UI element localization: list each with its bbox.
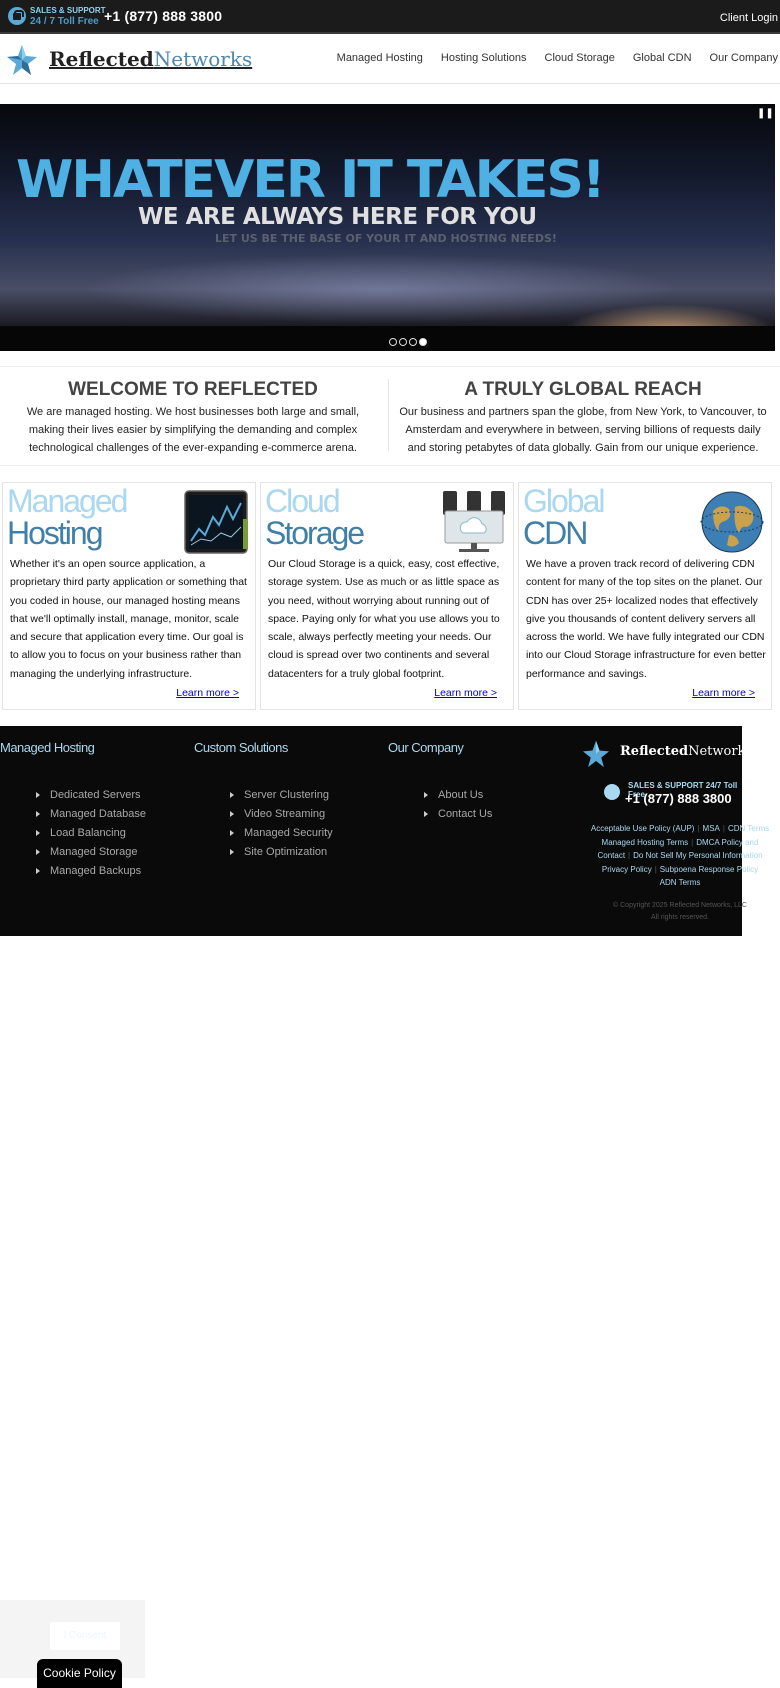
msa-link[interactable]: MSA [703, 824, 720, 833]
adn-terms-link[interactable]: ADN Terms [660, 878, 701, 887]
slider-dot-active[interactable] [419, 338, 427, 346]
logo-bold-text: Reflected [49, 47, 154, 71]
lock-icon [8, 7, 26, 25]
slider-dot[interactable] [389, 338, 397, 346]
pause-icon[interactable]: ❚❚ [757, 108, 774, 122]
global-reach-text: Our business and partners span the globe… [399, 406, 767, 454]
welcome-text: We are managed hosting. We host business… [26, 406, 360, 454]
top-phone-number[interactable]: +1 (877) 888 3800 [104, 8, 222, 24]
footer-link[interactable]: Server Clustering [230, 788, 333, 807]
privacy-policy-link[interactable]: Privacy Policy [602, 865, 652, 874]
nav-global-cdn[interactable]: Global CDN [633, 52, 692, 64]
hero-title: WHATEVER IT TAKES! [16, 150, 606, 210]
cdn-terms-link[interactable]: CDN Terms [728, 824, 769, 833]
feature-managed-hosting: Managed Hosting Whether it's an open sou… [2, 482, 256, 710]
feature-text: Our Cloud Storage is a quick, easy, cost… [268, 558, 500, 680]
nav-managed-hosting[interactable]: Managed Hosting [337, 52, 423, 64]
feature-text: Whether it's an open source application,… [10, 558, 247, 680]
feature-title: Global CDN [523, 483, 605, 551]
hero-slider[interactable]: WHATEVER IT TAKES! WE ARE ALWAYS HERE FO… [0, 104, 775, 351]
learn-more-link[interactable]: Learn more > [176, 687, 239, 699]
globe-icon [700, 491, 764, 553]
copyright: © Copyright 2025 Reflected Networks, LLC… [613, 902, 747, 921]
cloud-servers-icon [443, 491, 505, 552]
footer-list-managed-hosting: Dedicated Servers Managed Database Load … [36, 788, 146, 883]
slider-dots [389, 338, 427, 346]
feature-title: Managed Hosting [7, 483, 128, 551]
feature-global-cdn: Global CDN We have a proven track record… [518, 482, 772, 710]
welcome-title: WELCOME TO REFLECTED [68, 379, 318, 400]
feature-title: Cloud Storage [265, 483, 365, 551]
logo-light-text: Networks [153, 47, 253, 71]
hero-subtitle: WE ARE ALWAYS HERE FOR YOU [138, 204, 537, 230]
welcome-block: WELCOME TO REFLECTED We are managed host… [8, 379, 378, 457]
footer-link[interactable]: Dedicated Servers [36, 788, 146, 807]
dmca-policy-link[interactable]: DMCA Policy and [696, 838, 758, 847]
nav-our-company[interactable]: Our Company [710, 52, 778, 64]
footer-logo-star-icon [582, 740, 610, 768]
footer-col-title: Custom Solutions [194, 740, 288, 755]
footer-legal-links: Acceptable Use Policy (AUP) | MSA | CDN Term… [590, 824, 770, 887]
site-header: ReflectedNetworks Managed Hosting Hostin… [0, 36, 780, 84]
learn-more-link[interactable]: Learn more > [692, 687, 755, 699]
learn-more-link[interactable]: Learn more > [434, 687, 497, 699]
footer-link[interactable]: Managed Security [230, 826, 333, 845]
footer-link[interactable]: Contact Us [424, 807, 492, 826]
footer-link[interactable]: Managed Database [36, 807, 146, 826]
footer-logo[interactable]: ReflectedNetworks [620, 744, 752, 759]
footer-link[interactable]: Site Optimization [230, 845, 333, 864]
consent-button[interactable]: I Consent [50, 1622, 120, 1650]
monitor-chart-icon [184, 490, 248, 554]
intro-divider [388, 379, 389, 451]
feature-section: Managed Hosting Whether it's an open sou… [2, 482, 778, 712]
footer-link[interactable]: About Us [424, 788, 492, 807]
aup-link[interactable]: Acceptable Use Policy (AUP) [591, 824, 695, 833]
footer-lock-icon [604, 784, 620, 800]
do-not-sell-link[interactable]: Do Not Sell My Personal Information [633, 851, 762, 860]
site-footer: Managed Hosting Dedicated Servers Manage… [0, 726, 769, 936]
client-login-link[interactable]: Client Login [720, 12, 778, 24]
slider-dot[interactable] [399, 338, 407, 346]
hero-ground-art [0, 326, 775, 351]
subpoena-policy-link[interactable]: Subpoena Response Policy [660, 865, 758, 874]
footer-link[interactable]: Managed Storage [36, 845, 146, 864]
intro-section: WELCOME TO REFLECTED We are managed host… [0, 366, 780, 466]
footer-col-title: Our Company [388, 740, 464, 755]
footer-col-title: Managed Hosting [0, 740, 95, 755]
site-logo[interactable]: ReflectedNetworks [49, 47, 252, 71]
toll-free-label: 24 / 7 Toll Free [30, 16, 99, 27]
hero-tagline: LET US BE THE BASE OF YOUR IT AND HOSTIN… [215, 232, 557, 245]
slider-dot[interactable] [409, 338, 417, 346]
footer-link[interactable]: Load Balancing [36, 826, 146, 845]
nav-cloud-storage[interactable]: Cloud Storage [545, 52, 615, 64]
logo-star-icon [7, 45, 37, 75]
cookie-policy-button[interactable]: Cookie Policy [37, 1659, 122, 1688]
top-bar: SALES & SUPPORT 24 / 7 Toll Free +1 (877… [0, 0, 780, 34]
footer-phone-number[interactable]: +1 (877) 888 3800 [625, 791, 732, 806]
support-label: SALES & SUPPORT [30, 6, 106, 15]
footer-list-custom-solutions: Server Clustering Video Streaming Manage… [230, 788, 333, 864]
nav-hosting-solutions[interactable]: Hosting Solutions [441, 52, 527, 64]
global-reach-block: A TRULY GLOBAL REACH Our business and pa… [398, 379, 768, 457]
managed-hosting-terms-link[interactable]: Managed Hosting Terms [602, 838, 689, 847]
footer-link[interactable]: Managed Backups [36, 864, 146, 883]
feature-text: We have a proven track record of deliver… [526, 558, 766, 680]
feature-cloud-storage: Cloud Storage Our Cloud Storage is a qui… [260, 482, 514, 710]
contact-link[interactable]: Contact [597, 851, 625, 860]
footer-link[interactable]: Video Streaming [230, 807, 333, 826]
main-nav: Managed Hosting Hosting Solutions Cloud … [337, 52, 778, 64]
footer-list-our-company: About Us Contact Us [424, 788, 492, 826]
global-reach-title: A TRULY GLOBAL REACH [464, 379, 702, 400]
